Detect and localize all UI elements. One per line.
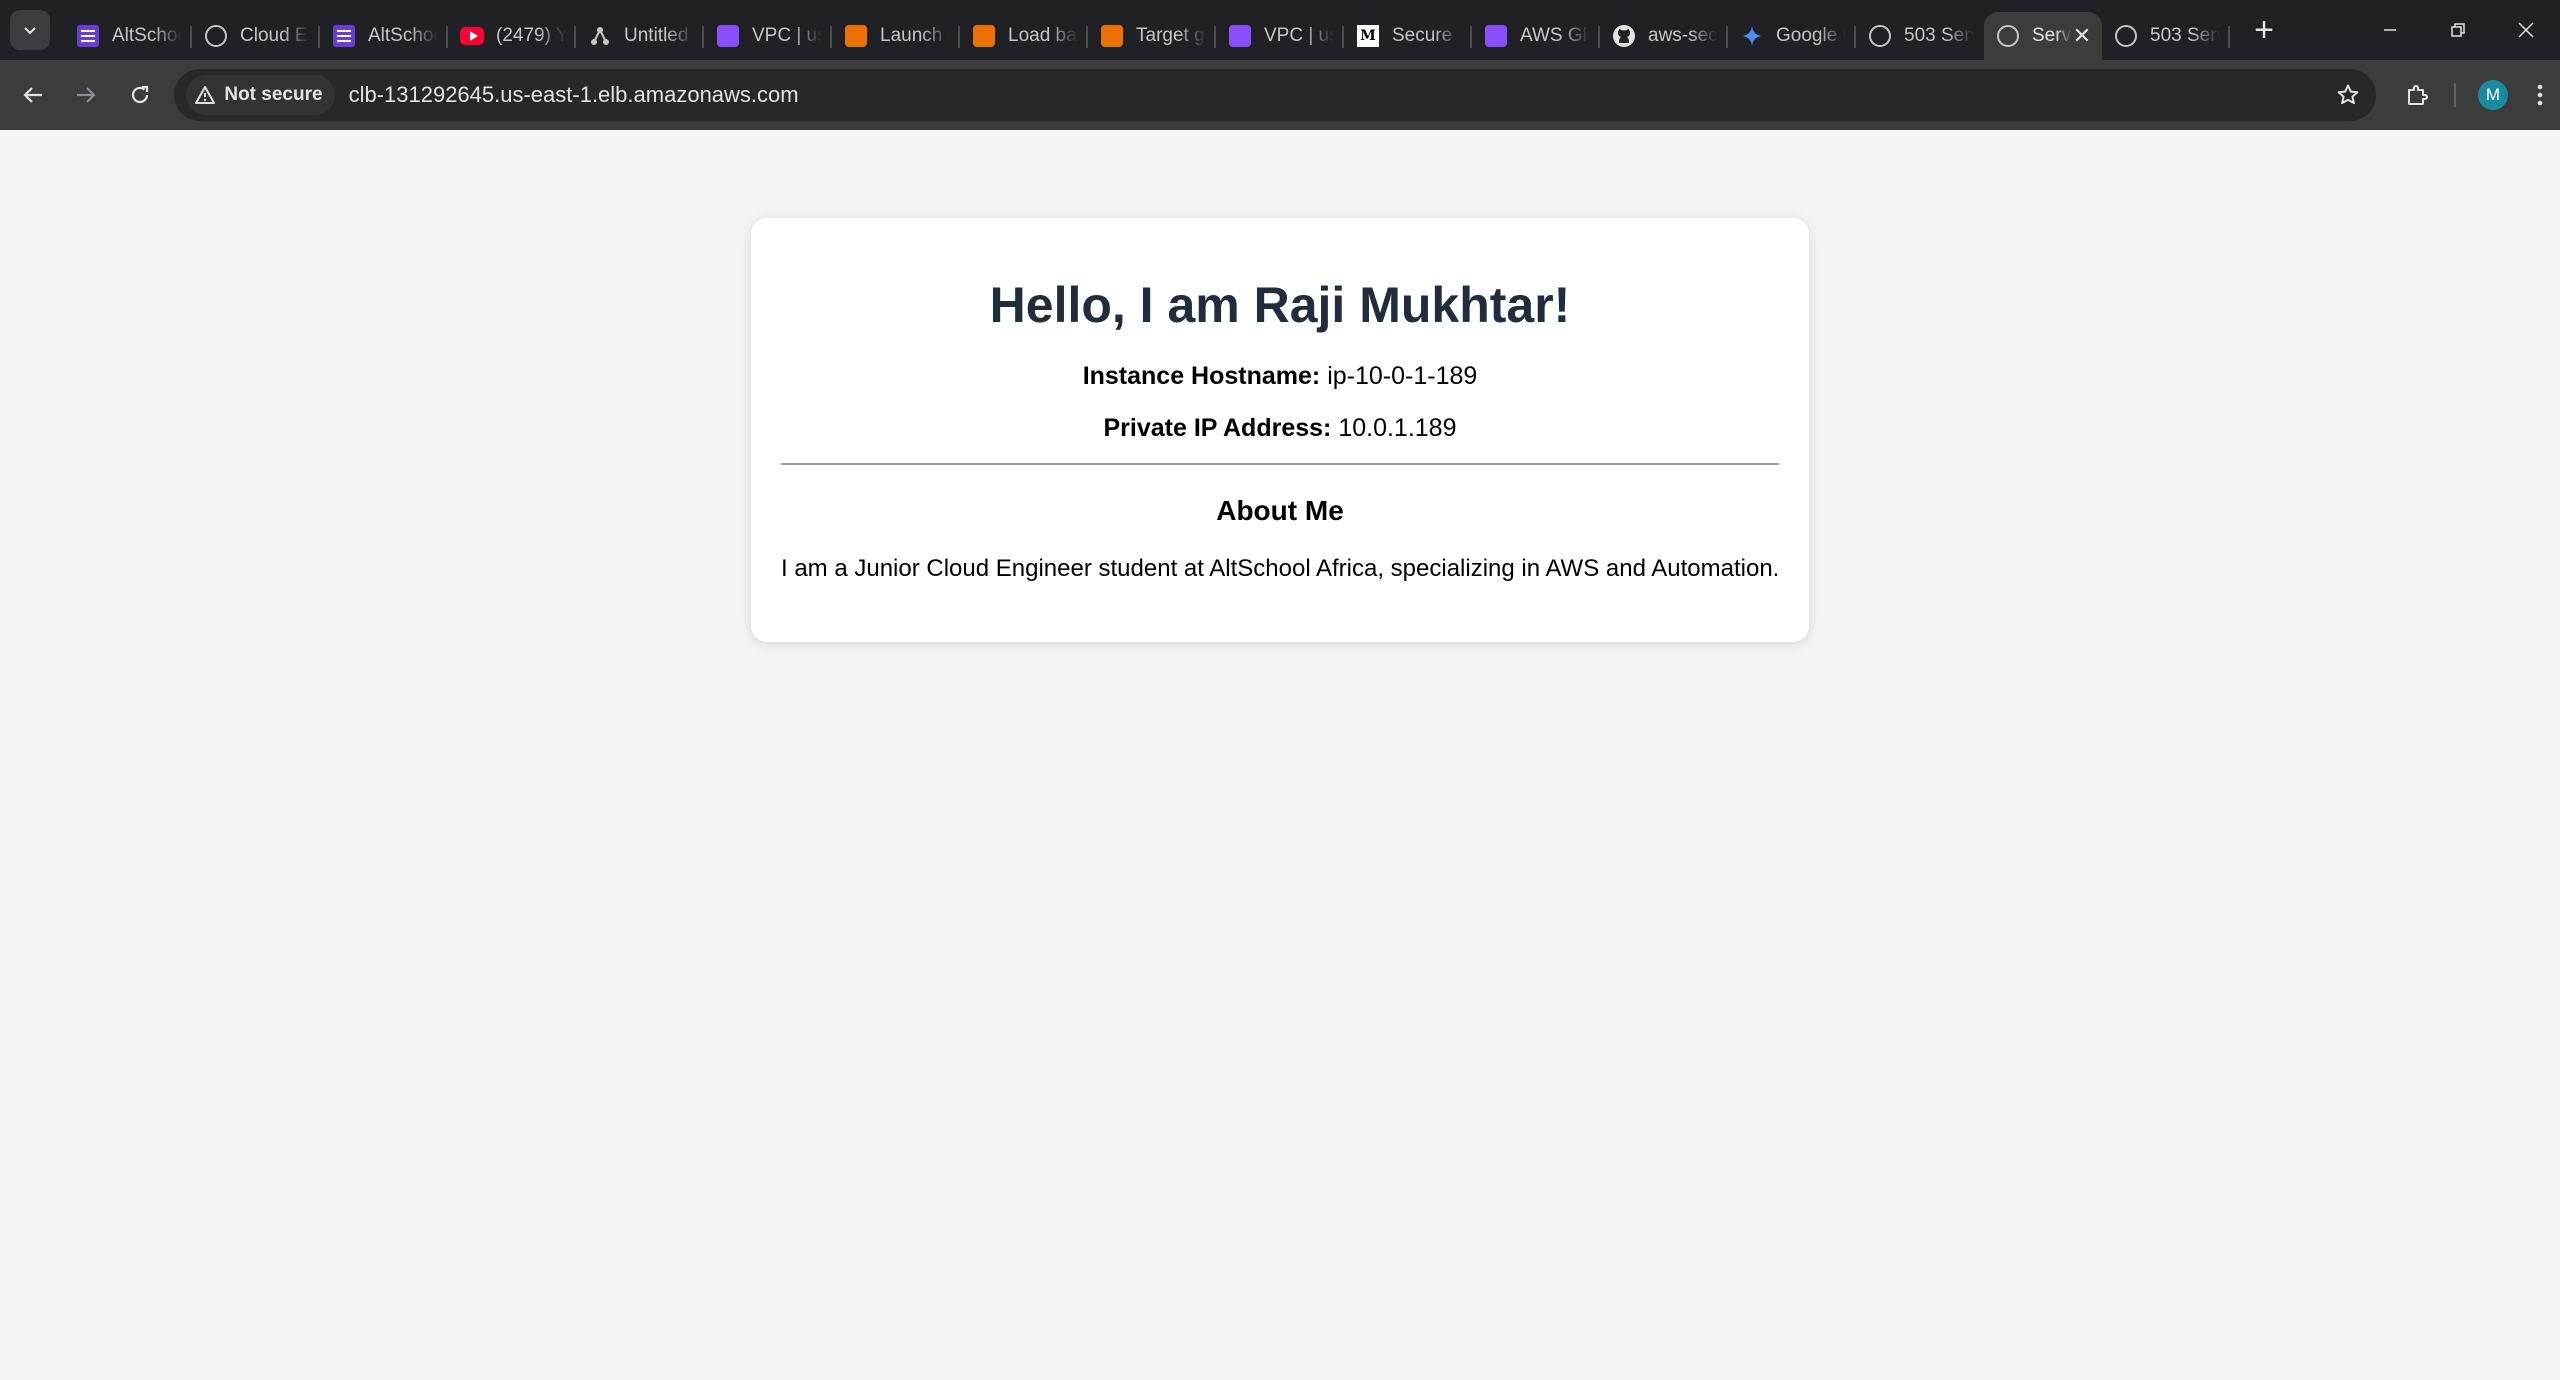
tab[interactable]: Launch instances	[832, 12, 960, 60]
tab[interactable]: AltSchool	[320, 12, 448, 60]
tab[interactable]: VPC | us-east-1	[704, 12, 832, 60]
gemini-icon	[1740, 24, 1764, 48]
warning-icon	[194, 85, 216, 105]
tab-label: 503 Service	[1904, 25, 1974, 46]
tab-label: Secure	[1392, 25, 1453, 46]
extensions-button[interactable]	[2390, 68, 2444, 122]
tab-label: AWS Global	[1520, 25, 1590, 46]
about-text: I am a Junior Cloud Engineer student at …	[781, 555, 1780, 582]
medium-icon: M	[1356, 24, 1380, 48]
tab[interactable]: 503 Service	[2102, 12, 2230, 60]
window-controls	[2356, 0, 2560, 60]
private-ip-value: 10.0.1.189	[1338, 414, 1457, 442]
tab-label: aws-secure	[1648, 25, 1718, 46]
kebab-menu-icon	[2537, 84, 2543, 106]
ec2-icon	[1100, 24, 1124, 48]
globe-icon	[2114, 24, 2138, 48]
reload-icon	[131, 85, 148, 104]
tab-label: Target groups	[1136, 25, 1206, 46]
tab[interactable]: aws-secure	[1600, 12, 1728, 60]
tab[interactable]: Cloud Engineering	[192, 12, 320, 60]
tab[interactable]: AWS Global	[1472, 12, 1600, 60]
ec2-icon	[972, 24, 996, 48]
bookmark-star-icon[interactable]	[2336, 83, 2360, 107]
diagram-icon	[588, 24, 612, 48]
tab-search-button[interactable]	[10, 10, 50, 50]
globe-icon	[1996, 24, 2020, 48]
toolbar-divider	[2454, 83, 2456, 107]
tab-label: AltSchool	[368, 25, 438, 46]
reload-button[interactable]	[113, 68, 166, 122]
new-tab-button[interactable]: +	[2244, 10, 2284, 50]
section-divider	[781, 463, 1779, 465]
tab[interactable]: Untitled	[576, 12, 704, 60]
security-chip[interactable]: Not secure	[186, 75, 335, 115]
tab-label: Cloud Engineering	[240, 25, 310, 46]
tab[interactable]: VPC | us-east-1	[1216, 12, 1344, 60]
private-ip-label: Private IP Address:	[1103, 414, 1332, 442]
tab[interactable]: Google Gemini	[1728, 12, 1856, 60]
tab-strip: AltSchool Cloud Engineering AltSchool (2…	[0, 0, 2560, 60]
list-icon	[332, 24, 356, 48]
tab-label: Launch instances	[880, 25, 950, 46]
minimize-icon	[2384, 29, 2396, 31]
hostname-value: ip-10-0-1-189	[1327, 362, 1478, 390]
profile-card: Hello, I am Raji Mukhtar! Instance Hostn…	[751, 218, 1809, 642]
tab-label: Server	[2032, 25, 2072, 46]
arrow-left-icon	[23, 87, 42, 103]
tab-label: (2479) YouTube	[496, 25, 566, 46]
private-ip-line: Private IP Address: 10.0.1.189	[781, 413, 1779, 443]
tab[interactable]: Target groups	[1088, 12, 1216, 60]
close-window-button[interactable]	[2492, 0, 2560, 60]
tab-label: VPC | us-east-1	[752, 25, 822, 46]
puzzle-icon	[2408, 85, 2428, 105]
security-chip-label: Not secure	[224, 84, 323, 105]
restore-icon	[2451, 23, 2465, 37]
youtube-icon	[460, 24, 484, 48]
restore-button[interactable]	[2424, 0, 2492, 60]
address-bar[interactable]: Not secure clb-131292645.us-east-1.elb.a…	[174, 69, 2376, 121]
plus-icon: +	[2254, 10, 2274, 49]
tab[interactable]: (2479) YouTube	[448, 12, 576, 60]
tab-label: Untitled	[624, 25, 689, 46]
tab[interactable]: AltSchool	[64, 12, 192, 60]
globe-icon	[1868, 24, 1892, 48]
close-icon	[2518, 22, 2534, 38]
tab-label: Load balancers	[1008, 25, 1078, 46]
menu-button[interactable]	[2520, 68, 2560, 122]
minimize-button[interactable]	[2356, 0, 2424, 60]
tab-label: Google Gemini	[1776, 25, 1846, 46]
ec2-icon	[844, 24, 868, 48]
about-heading: About Me	[1216, 495, 1344, 526]
vpc-icon	[716, 24, 740, 48]
browser-toolbar: Not secure clb-131292645.us-east-1.elb.a…	[0, 60, 2560, 130]
globe-icon	[204, 24, 228, 48]
forward-button[interactable]	[59, 68, 112, 122]
tab-active[interactable]: Server✕	[1984, 12, 2102, 60]
chevron-down-icon	[24, 27, 36, 35]
close-tab-icon[interactable]: ✕	[2072, 23, 2092, 49]
tab-label: 503 Service	[2150, 25, 2220, 46]
url-text[interactable]: clb-131292645.us-east-1.elb.amazonaws.co…	[349, 82, 799, 108]
vpc-icon	[1484, 24, 1508, 48]
vpc-icon	[1228, 24, 1252, 48]
tab[interactable]: M Secure	[1344, 12, 1472, 60]
tab-list: AltSchool Cloud Engineering AltSchool (2…	[64, 0, 2284, 60]
back-button[interactable]	[6, 68, 59, 122]
tab-label: VPC | us-east-1	[1264, 25, 1334, 46]
hostname-line: Instance Hostname: ip-10-0-1-189	[781, 361, 1779, 391]
hostname-label: Instance Hostname:	[1082, 362, 1321, 390]
page-heading: Hello, I am Raji Mukhtar!	[989, 277, 1571, 333]
arrow-right-icon	[77, 87, 96, 103]
tab[interactable]: 503 Service	[1856, 12, 1984, 60]
tab-label: AltSchool	[112, 25, 182, 46]
github-icon	[1612, 24, 1636, 48]
tab[interactable]: Load balancers	[960, 12, 1088, 60]
list-icon	[76, 24, 100, 48]
profile-avatar[interactable]: M	[2478, 80, 2508, 110]
